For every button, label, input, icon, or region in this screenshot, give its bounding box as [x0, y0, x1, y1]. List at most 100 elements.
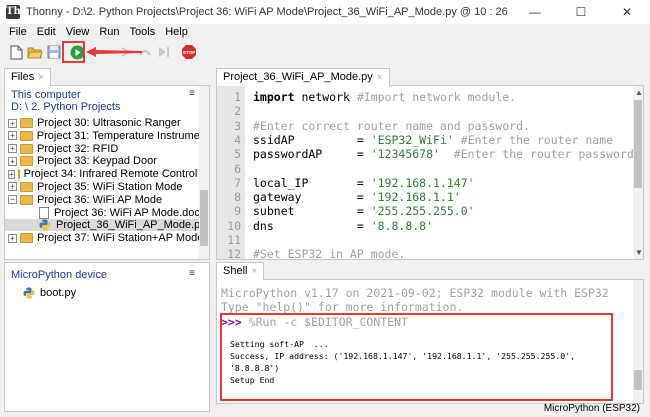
- line-number: 12: [227, 247, 241, 260]
- code-editor[interactable]: 1 import network #Import network module. 2…: [216, 85, 644, 260]
- code-string: 'ESP32_WiFi': [370, 132, 454, 147]
- close-button[interactable]: ✕: [604, 0, 650, 24]
- menu-bar: File Edit View Run Tools Help: [0, 24, 650, 40]
- tab-editor-file[interactable]: Project_36_WiFi_AP_Mode.py ×: [216, 68, 390, 86]
- window-controls: — ☐ ✕: [512, 0, 650, 24]
- tree-item[interactable]: Project 36: WiFi AP Mode.docx: [5, 206, 209, 219]
- save-icon[interactable]: [46, 44, 62, 60]
- run-button-highlight: [62, 41, 85, 63]
- menu-file[interactable]: File: [4, 26, 32, 38]
- collapse-icon[interactable]: −: [8, 195, 17, 205]
- scrollbar-thumb[interactable]: [634, 100, 642, 188]
- code-token: gateway =: [253, 190, 371, 205]
- expand-icon[interactable]: +: [8, 156, 17, 166]
- this-computer-title: This computer: [11, 89, 81, 101]
- scrollbar-thumb[interactable]: [200, 190, 208, 246]
- python-file-icon: [23, 287, 35, 299]
- tree-item[interactable]: + Project 33: Keypad Door: [5, 155, 209, 167]
- expand-icon[interactable]: +: [8, 169, 15, 179]
- tree-item-label: Project 32: RFID: [37, 142, 119, 155]
- expand-icon[interactable]: +: [8, 182, 17, 192]
- tab-shell[interactable]: Shell ×: [216, 262, 265, 280]
- shell-tab-label: Shell: [223, 265, 248, 277]
- expand-icon[interactable]: +: [8, 131, 17, 141]
- shell-help-hint: Type "help()" for more information.: [221, 300, 464, 314]
- resume-icon[interactable]: [156, 44, 172, 60]
- code-text: import network #Import network module.: [253, 89, 516, 105]
- code-token: passwordAP =: [253, 147, 371, 162]
- editor-tab-label: Project_36_WiFi_AP_Mode.py: [223, 71, 373, 83]
- interpreter-status[interactable]: MicroPython (ESP32): [544, 403, 640, 414]
- expand-icon[interactable]: +: [8, 144, 17, 154]
- minimize-button[interactable]: —: [512, 0, 558, 24]
- thonny-logo-icon: Th: [6, 5, 21, 19]
- expand-icon[interactable]: +: [8, 233, 17, 243]
- shell-output-highlight: [220, 313, 613, 401]
- code-text: #Set ESP32 in AP mode.: [253, 246, 406, 260]
- files-menu-icon[interactable]: ≡: [189, 88, 195, 99]
- expand-icon[interactable]: +: [8, 118, 17, 128]
- device-panel: MicroPython device ≡ boot.py: [4, 262, 210, 412]
- tree-item[interactable]: + Project 30: Ultrasonic Ranger: [5, 117, 209, 129]
- editor-scrollbar[interactable]: ▲ ▼: [633, 86, 643, 259]
- menu-view[interactable]: View: [61, 26, 95, 38]
- tree-item[interactable]: − Project 36: WiFi AP Mode: [5, 194, 209, 206]
- red-arrow-icon: [86, 47, 142, 57]
- tree-item-selected[interactable]: Project_36_WiFi_AP_Mode.py: [5, 219, 209, 232]
- close-tab-icon[interactable]: ×: [38, 72, 44, 83]
- close-tab-icon[interactable]: ×: [251, 266, 257, 277]
- code-string: '192.168.1.147': [370, 175, 475, 190]
- code-string: '12345678': [370, 147, 440, 162]
- tab-files[interactable]: Files ×: [4, 68, 52, 86]
- code-keyword: import: [253, 90, 295, 104]
- files-scrollbar[interactable]: [199, 86, 209, 259]
- shell-scrollbar[interactable]: [633, 280, 643, 403]
- scrollbar-thumb[interactable]: [634, 370, 642, 390]
- code-token: ssidAP =: [253, 132, 371, 147]
- tree-item[interactable]: + Project 35: WiFi Station Mode: [5, 181, 209, 193]
- tree-item-label: Project 33: Keypad Door: [37, 155, 157, 168]
- code-comment: #Import network module.: [356, 90, 517, 104]
- code-token: dns =: [253, 218, 371, 233]
- device-tree: MicroPython device ≡ boot.py: [4, 262, 210, 412]
- maximize-button[interactable]: ☐: [558, 0, 604, 24]
- editor-panel: Project_36_WiFi_AP_Mode.py × 1 import netw…: [216, 68, 644, 260]
- tree-item-label: Project 36: WiFi AP Mode.docx: [54, 206, 206, 219]
- menu-edit[interactable]: Edit: [32, 26, 61, 38]
- device-file-label: boot.py: [40, 287, 77, 299]
- code-string: '8.8.8.8': [370, 218, 434, 233]
- stop-icon[interactable]: STOP: [181, 44, 197, 60]
- document-icon: [39, 206, 49, 219]
- shell-panel: Shell × MicroPython v1.17 on 2021-09-02; …: [216, 262, 644, 404]
- code-comment: #Set ESP32 in AP mode.: [253, 247, 406, 260]
- scroll-down-icon[interactable]: ▼: [635, 248, 643, 257]
- tree-item[interactable]: + Project 31: Temperature Instrument: [5, 130, 209, 142]
- code-token: subnet =: [253, 204, 371, 219]
- device-menu-icon[interactable]: ≡: [189, 268, 195, 279]
- new-file-icon[interactable]: [8, 44, 24, 60]
- code-text: passwordAP = '12345678' #Enter the route…: [253, 146, 634, 162]
- current-path[interactable]: D: \ 2. Python Projects: [5, 101, 209, 113]
- tree-item[interactable]: + Project 34: Infrared Remote Control Sou: [5, 168, 209, 180]
- open-file-icon[interactable]: [27, 44, 43, 60]
- menu-help[interactable]: Help: [160, 26, 193, 38]
- close-tab-icon[interactable]: ×: [377, 72, 383, 83]
- code-text: dns = '8.8.8.8': [253, 218, 433, 234]
- folder-icon: [20, 194, 33, 205]
- files-tab-label: Files: [11, 71, 35, 83]
- device-file-item[interactable]: boot.py: [5, 287, 209, 299]
- code-comment: #Enter the router password: [439, 147, 634, 162]
- tree-item[interactable]: + Project 32: RFID: [5, 143, 209, 155]
- tree-item-label: Project 37: WiFi Station+AP Mode: [37, 232, 204, 245]
- folder-icon: [20, 156, 33, 167]
- menu-tools[interactable]: Tools: [125, 26, 161, 38]
- title-bar: Th Thonny - D:\2. Python Projects\Projec…: [0, 0, 650, 24]
- code-comment: #Enter correct router name and password.: [253, 118, 530, 133]
- menu-run[interactable]: Run: [94, 26, 124, 38]
- folder-icon: [20, 181, 33, 192]
- stop-label: STOP: [183, 50, 195, 55]
- tree-item[interactable]: + Project 37: WiFi Station+AP Mode: [5, 232, 209, 244]
- scroll-up-icon[interactable]: ▲: [635, 88, 643, 97]
- shell-console[interactable]: MicroPython v1.17 on 2021-09-02; ESP32 m…: [216, 279, 644, 404]
- tree-item-label: Project 35: WiFi Station Mode: [37, 180, 183, 193]
